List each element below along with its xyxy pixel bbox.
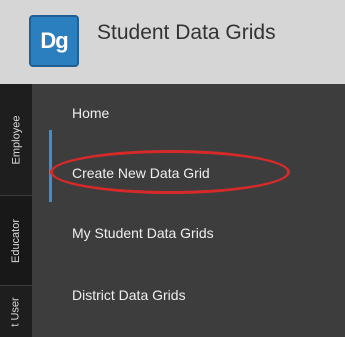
menu-item-create-new-data-grid[interactable]: Create New Data Grid: [32, 154, 345, 192]
logo-mark: Dg: [40, 28, 68, 53]
tab-employee[interactable]: Employee: [0, 84, 32, 196]
navigation-menu: Home Create New Data Grid My Student Dat…: [32, 84, 345, 337]
tab-user[interactable]: t User: [0, 286, 32, 337]
menu-item-home-label: Home: [72, 105, 110, 121]
tab-educator-label: Educator: [10, 218, 22, 263]
app-logo[interactable]: Dg: [29, 15, 79, 67]
menu-item-my-student-data-grids[interactable]: My Student Data Grids: [32, 214, 345, 252]
menu-item-my-label: My Student Data Grids: [72, 225, 214, 241]
menu-item-home[interactable]: Home: [32, 94, 345, 132]
tab-user-label: t User: [10, 296, 22, 327]
app-header: Dg Student Data Grids: [0, 0, 345, 84]
menu-item-district-data-grids[interactable]: District Data Grids: [32, 276, 345, 314]
tab-educator[interactable]: Educator: [0, 196, 32, 286]
side-tab-rail: Employee Educator t User: [0, 84, 32, 337]
tab-employee-label: Employee: [10, 115, 23, 164]
menu-item-create-label: Create New Data Grid: [72, 165, 210, 181]
app-title: Student Data Grids: [97, 21, 276, 44]
menu-item-district-label: District Data Grids: [72, 287, 186, 303]
